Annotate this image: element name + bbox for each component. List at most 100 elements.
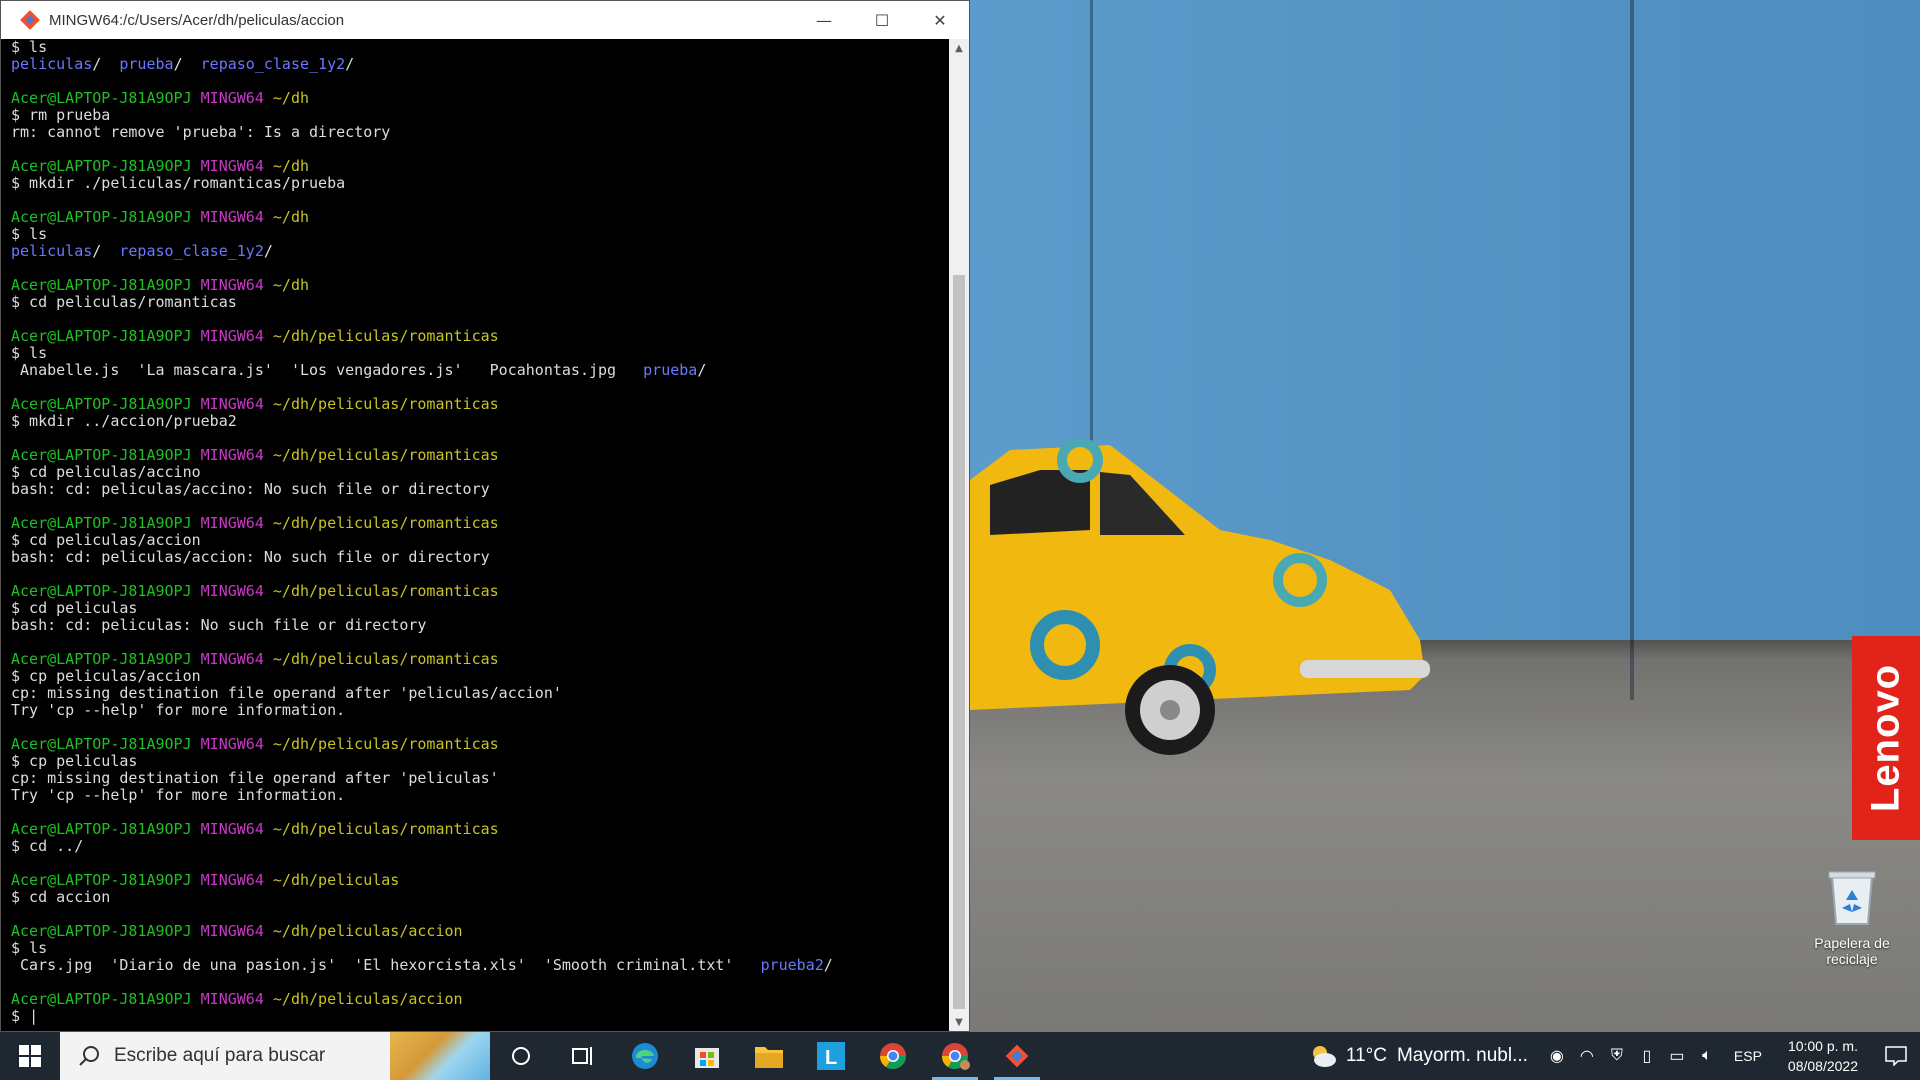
cortana-icon[interactable]	[490, 1032, 552, 1080]
battery-icon[interactable]: ▭	[1662, 1046, 1692, 1066]
edge-icon[interactable]	[614, 1032, 676, 1080]
terminal-line: $ mkdir ./peliculas/romanticas/prueba	[11, 175, 951, 192]
terminal-window[interactable]: MINGW64:/c/Users/Acer/dh/peliculas/accio…	[0, 0, 970, 1032]
window-title: MINGW64:/c/Users/Acer/dh/peliculas/accio…	[49, 11, 345, 29]
chrome-profile-icon[interactable]	[924, 1032, 986, 1080]
clock-date: 08/08/2022	[1787, 1058, 1858, 1074]
terminal-text: Try 'cp --help' for more information.	[11, 786, 346, 804]
terminal-line: $ cp peliculas/accion	[11, 668, 951, 685]
terminal-line: Acer@LAPTOP-J81A9OPJ MINGW64 ~/dh	[11, 209, 951, 226]
search-placeholder: Escribe aquí para buscar	[114, 1045, 326, 1066]
prompt-host: MINGW64	[200, 582, 273, 600]
recycle-bin-icon	[1828, 871, 1876, 925]
directory-name: repaso_clase_1y2	[119, 242, 264, 260]
directory-name: peliculas	[11, 55, 93, 73]
prompt-host: MINGW64	[200, 276, 273, 294]
store-icon[interactable]	[676, 1032, 738, 1080]
terminal-line: $ ls	[11, 226, 951, 243]
network-icon[interactable]: ◠	[1572, 1046, 1602, 1066]
git-bash-taskbar-icon[interactable]	[986, 1032, 1048, 1080]
scroll-up-icon[interactable]: ▲	[949, 39, 969, 57]
terminal-text: /	[263, 242, 273, 260]
prompt-user: Acer@LAPTOP-J81A9OPJ	[11, 514, 201, 532]
search-highlight-image	[390, 1032, 490, 1080]
prompt-user: Acer@LAPTOP-J81A9OPJ	[11, 89, 201, 107]
scroll-down-icon[interactable]: ▼	[949, 1013, 969, 1031]
terminal-line: $ ls	[11, 39, 951, 56]
terminal-line: Acer@LAPTOP-J81A9OPJ MINGW64 ~/dh/pelicu…	[11, 872, 951, 889]
prompt-host: MINGW64	[200, 208, 273, 226]
window-titlebar[interactable]: MINGW64:/c/Users/Acer/dh/peliculas/accio…	[1, 1, 969, 39]
terminal-line: $ ls	[11, 940, 951, 957]
terminal-text: rm: cannot remove 'prueba': Is a directo…	[11, 123, 391, 141]
terminal-text: /	[173, 55, 201, 73]
start-button[interactable]	[0, 1032, 60, 1080]
terminal-line: Acer@LAPTOP-J81A9OPJ MINGW64 ~/dh	[11, 277, 951, 294]
prompt-host: MINGW64	[200, 157, 273, 175]
prompt-user: Acer@LAPTOP-J81A9OPJ	[11, 735, 201, 753]
chrome-icon[interactable]	[862, 1032, 924, 1080]
prompt-path: ~/dh	[272, 157, 310, 175]
prompt-path: ~/dh/peliculas/romanticas	[272, 395, 499, 413]
file-explorer-icon[interactable]	[738, 1032, 800, 1080]
device-icon[interactable]: ▯	[1632, 1046, 1662, 1066]
terminal-text: $ cd peliculas/accino	[11, 463, 201, 481]
directory-name: prueba	[119, 55, 174, 73]
terminal-line: $ cp peliculas	[11, 753, 951, 770]
clock-time: 10:00 p. m.	[1787, 1038, 1858, 1054]
volume-icon[interactable]: 🔈︎	[1692, 1047, 1722, 1065]
terminal-text: $ mkdir ./peliculas/romanticas/prueba	[11, 174, 346, 192]
prompt-user: Acer@LAPTOP-J81A9OPJ	[11, 157, 201, 175]
terminal-text: /	[92, 242, 120, 260]
task-view-icon[interactable]	[552, 1032, 614, 1080]
terminal-line: Anabelle.js 'La mascara.js' 'Los vengado…	[11, 362, 951, 379]
terminal-text: /	[823, 956, 833, 974]
terminal-text: $ cd peliculas/romanticas	[11, 293, 237, 311]
search-icon	[79, 1046, 99, 1066]
prompt-user: Acer@LAPTOP-J81A9OPJ	[11, 820, 201, 838]
scrollbar-thumb[interactable]	[953, 275, 965, 1009]
terminal-line: bash: cd: peliculas/accion: No such file…	[11, 549, 951, 566]
clock[interactable]: 10:00 p. m. 08/08/2022	[1788, 1036, 1858, 1076]
language-indicator[interactable]: ESP	[1734, 1048, 1762, 1064]
terminal-text: $ cp peliculas	[11, 752, 138, 770]
maximize-button[interactable]: ☐	[853, 1, 911, 39]
terminal-text: bash: cd: peliculas/accion: No such file…	[11, 548, 490, 566]
terminal-scrollbar[interactable]: ▲ ▼	[949, 39, 969, 1031]
terminal-text: bash: cd: peliculas/accino: No such file…	[11, 480, 490, 498]
notification-icon[interactable]	[1872, 1032, 1920, 1080]
close-button[interactable]: ✕	[911, 1, 969, 39]
weather-widget[interactable]: 11°C Mayorm. nubl...	[1308, 1043, 1528, 1069]
l-app-icon[interactable]: L	[800, 1032, 862, 1080]
directory-name: prueba2	[760, 956, 824, 974]
svg-text:L: L	[825, 1047, 837, 1069]
prompt-path: ~/dh/peliculas/romanticas	[272, 514, 499, 532]
security-shield-icon[interactable]: ⛨	[1602, 1047, 1632, 1065]
terminal-line: bash: cd: peliculas/accino: No such file…	[11, 481, 951, 498]
recycle-bin[interactable]: Papelera de reciclaje	[1800, 868, 1904, 967]
discord-icon[interactable]: ◉	[1542, 1046, 1572, 1066]
text-cursor: |	[29, 1007, 39, 1025]
terminal-line: $ cd peliculas/accino	[11, 464, 951, 481]
prompt-user: Acer@LAPTOP-J81A9OPJ	[11, 208, 201, 226]
taskbar-search-box[interactable]: Escribe aquí para buscar	[60, 1032, 490, 1080]
terminal-line: peliculas/ repaso_clase_1y2/	[11, 243, 951, 260]
terminal-line: Acer@LAPTOP-J81A9OPJ MINGW64 ~/dh/pelicu…	[11, 736, 951, 753]
terminal-line: $ cd peliculas/romanticas	[11, 294, 951, 311]
terminal-line: $ rm prueba	[11, 107, 951, 124]
terminal-text: Anabelle.js 'La mascara.js' 'Los vengado…	[11, 361, 644, 379]
prompt-user: Acer@LAPTOP-J81A9OPJ	[11, 990, 201, 1008]
minimize-button[interactable]: —	[795, 1, 853, 39]
prompt-user: Acer@LAPTOP-J81A9OPJ	[11, 446, 201, 464]
terminal-output[interactable]: $ ls peliculas/ prueba/ repaso_clase_1y2/…	[1, 39, 951, 1031]
prompt-user: Acer@LAPTOP-J81A9OPJ	[11, 871, 201, 889]
prompt-path: ~/dh/peliculas/romanticas	[272, 650, 499, 668]
yellow-car-image	[970, 440, 1430, 755]
terminal-line: cp: missing destination file operand aft…	[11, 685, 951, 702]
terminal-text: $ ls	[11, 939, 48, 957]
prompt-path: ~/dh	[272, 89, 310, 107]
prompt-host: MINGW64	[200, 735, 273, 753]
